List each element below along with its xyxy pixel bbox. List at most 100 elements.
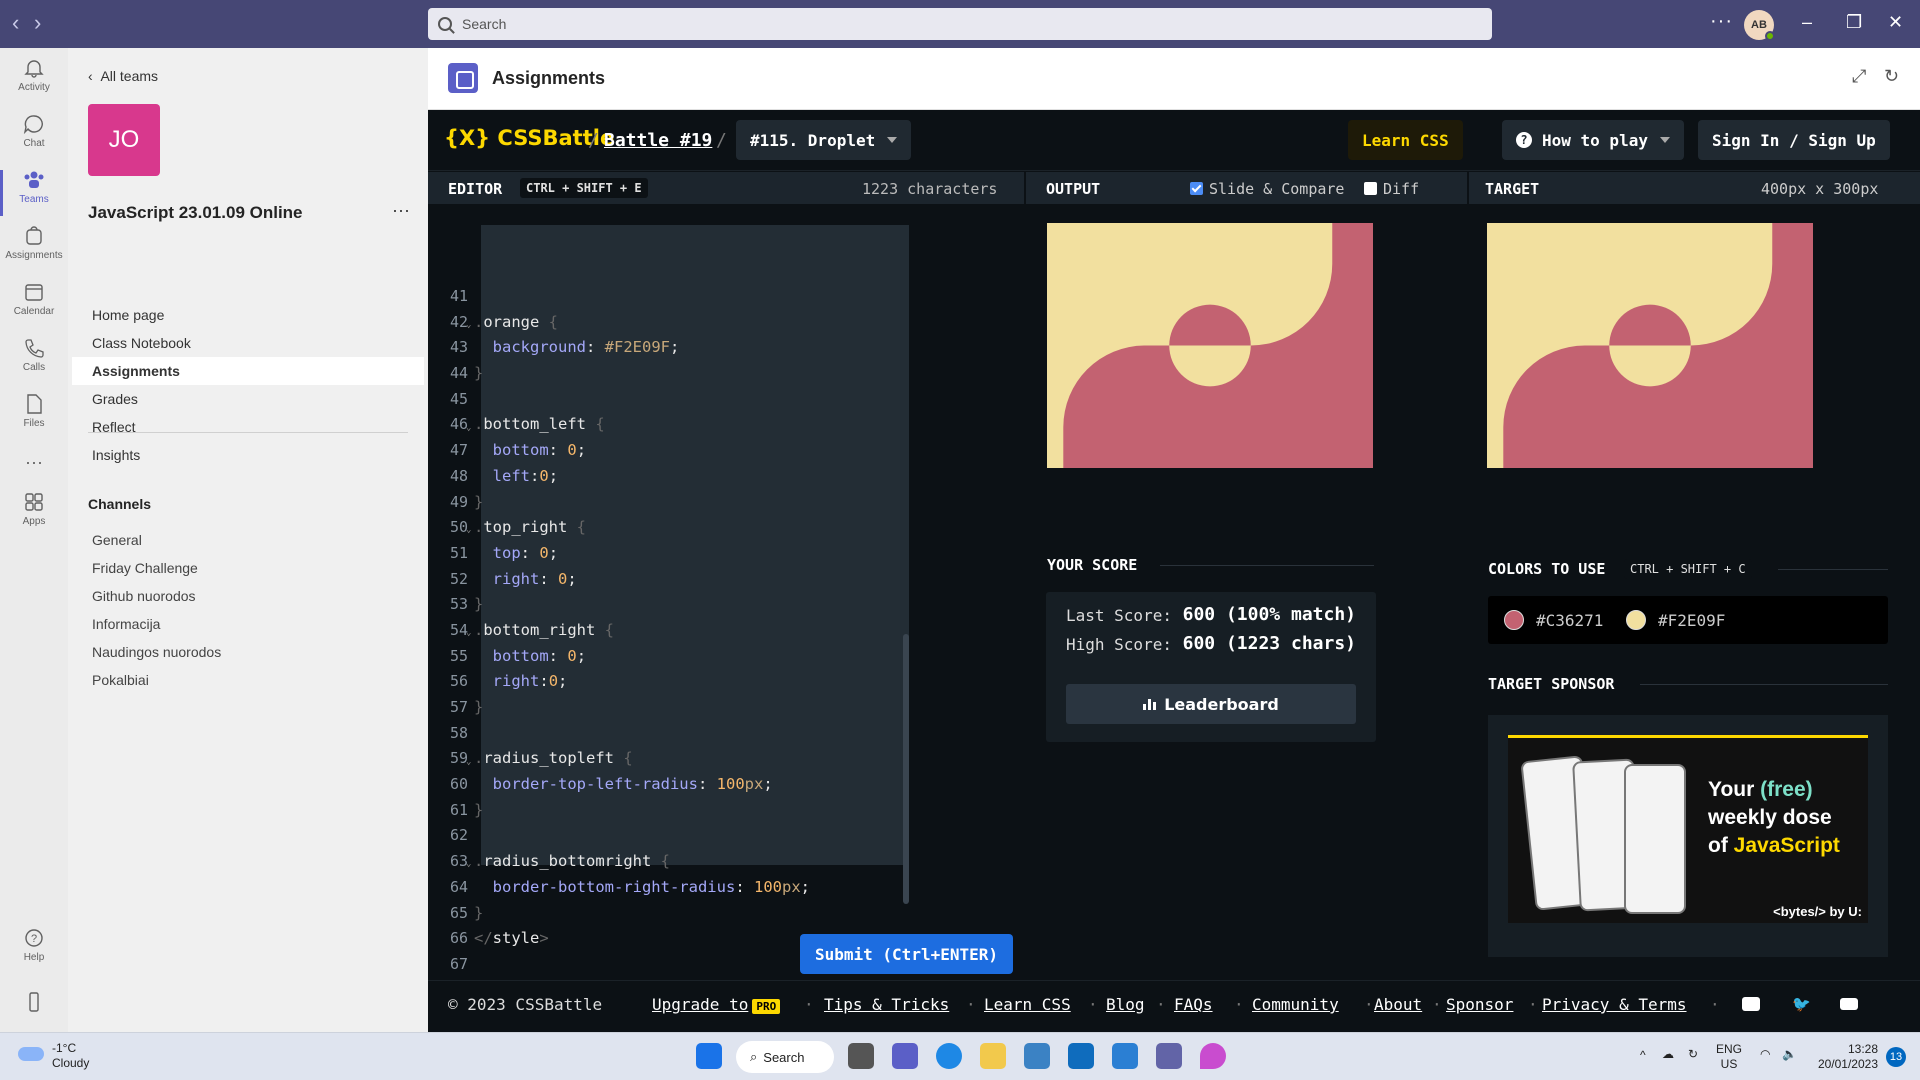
mail-app-icon[interactable] bbox=[1068, 1043, 1094, 1069]
rail-calendar[interactable]: Calendar bbox=[0, 282, 68, 317]
search-icon: ⌕ bbox=[750, 1049, 758, 1064]
footer-link-tips[interactable]: Tips & Tricks bbox=[824, 995, 949, 1014]
back-arrow-icon[interactable]: ‹ bbox=[12, 12, 19, 34]
file-explorer-icon[interactable] bbox=[980, 1043, 1006, 1069]
fold-chevron-icon[interactable]: ⌄ bbox=[466, 628, 471, 638]
battle-link[interactable]: Battle #19 bbox=[604, 130, 712, 151]
how-to-play-button[interactable]: ? How to play bbox=[1502, 120, 1684, 160]
editor-scrollbar[interactable] bbox=[903, 634, 909, 904]
onedrive-icon[interactable]: ☁ bbox=[1662, 1047, 1674, 1062]
fold-chevron-icon[interactable]: ⌄ bbox=[466, 525, 471, 535]
discord-icon[interactable] bbox=[1742, 997, 1760, 1011]
learn-css-button[interactable]: Learn CSS bbox=[1348, 120, 1463, 160]
channel-item[interactable]: General bbox=[92, 526, 221, 554]
output-render bbox=[1047, 223, 1373, 468]
edge-icon[interactable] bbox=[936, 1043, 962, 1069]
footer-link-community[interactable]: Community bbox=[1252, 995, 1339, 1014]
search-input[interactable]: Search bbox=[428, 8, 1492, 40]
diff-checkbox[interactable]: Diff bbox=[1364, 180, 1419, 198]
forward-arrow-icon[interactable]: › bbox=[34, 12, 41, 34]
wifi-icon[interactable]: ◠ bbox=[1760, 1047, 1770, 1062]
more-apps-icon[interactable]: ··· bbox=[0, 452, 68, 473]
language-indicator[interactable]: ENG US bbox=[1716, 1042, 1742, 1072]
color-swatch[interactable] bbox=[1504, 610, 1524, 630]
fold-chevron-icon[interactable]: ⌄ bbox=[466, 320, 471, 330]
footer-link-privacy[interactable]: Privacy & Terms bbox=[1542, 995, 1687, 1014]
rail-activity[interactable]: Activity bbox=[0, 58, 68, 93]
separator: · bbox=[1432, 995, 1442, 1014]
paint-icon[interactable] bbox=[1200, 1043, 1226, 1069]
color-hex[interactable]: #C36271 bbox=[1536, 611, 1603, 630]
volume-icon[interactable]: 🔈 bbox=[1782, 1047, 1797, 1062]
device-icon[interactable] bbox=[0, 992, 68, 1016]
all-teams-link[interactable]: ‹ All teams bbox=[88, 68, 158, 84]
output-canvas[interactable] bbox=[1047, 223, 1373, 468]
target-select[interactable]: #115. Droplet bbox=[736, 120, 912, 160]
store-icon[interactable] bbox=[1024, 1043, 1050, 1069]
team-panel: ‹ All teams JO JavaScript 23.01.09 Onlin… bbox=[68, 48, 428, 1032]
sync-icon[interactable]: ↻ bbox=[1688, 1047, 1698, 1062]
channel-item[interactable]: Naudingos nuorodos bbox=[92, 638, 221, 666]
channel-item[interactable]: Informacija bbox=[92, 610, 221, 638]
vscode-icon[interactable] bbox=[1112, 1043, 1138, 1069]
rail-assignments[interactable]: Assignments bbox=[0, 226, 68, 261]
footer-link-about[interactable]: About bbox=[1374, 995, 1422, 1014]
title-bar: ‹ › Search ··· AB – ❐ ✕ bbox=[0, 0, 1920, 48]
rail-chat[interactable]: Chat bbox=[0, 114, 68, 149]
more-options-icon[interactable]: ··· bbox=[1710, 10, 1733, 33]
avatar[interactable]: AB bbox=[1744, 10, 1775, 41]
footer-link-blog[interactable]: Blog bbox=[1106, 995, 1145, 1014]
team-nav-assignments[interactable]: Assignments bbox=[72, 357, 424, 385]
sign-in-button[interactable]: Sign In / Sign Up bbox=[1698, 120, 1890, 160]
footer-link-upgrade[interactable]: Upgrade to PRO bbox=[652, 995, 781, 1014]
rail-label: Files bbox=[23, 418, 45, 429]
twitter-icon[interactable]: 🐦 bbox=[1792, 995, 1811, 1013]
fold-chevron-icon[interactable]: ⌄ bbox=[466, 859, 471, 869]
rail-files[interactable]: Files bbox=[0, 394, 68, 429]
footer-link-faqs[interactable]: FAQs bbox=[1174, 995, 1213, 1014]
rail-apps[interactable]: Apps bbox=[0, 492, 68, 527]
slide-compare-checkbox[interactable]: Slide & Compare bbox=[1190, 180, 1344, 198]
mail-icon[interactable] bbox=[1840, 998, 1858, 1010]
sponsor-image[interactable]: Your (free) weekly dose of JavaScript <b… bbox=[1508, 735, 1868, 923]
team-more-icon[interactable]: ··· bbox=[392, 200, 410, 221]
apps-icon bbox=[25, 493, 43, 511]
taskbar-search[interactable]: ⌕ Search bbox=[736, 1041, 834, 1073]
code-editor[interactable]: 41 ⌄ 42 43 44 45 ⌄ 46 47 48 49 ⌄ 50 51 52 53 ⌄ 54 55 56 57 58… bbox=[428, 204, 913, 973]
windows-start-icon[interactable] bbox=[696, 1043, 722, 1069]
channel-item[interactable]: Friday Challenge bbox=[92, 554, 221, 582]
all-teams-label: All teams bbox=[100, 68, 159, 84]
notification-badge[interactable]: 13 bbox=[1886, 1047, 1906, 1067]
channel-item[interactable]: Pokalbiai bbox=[92, 666, 221, 694]
refresh-icon[interactable]: ↻ bbox=[1884, 66, 1899, 87]
footer-link-learn[interactable]: Learn CSS bbox=[984, 995, 1071, 1014]
close-icon[interactable]: ✕ bbox=[1888, 12, 1903, 33]
sponsor-card[interactable]: Your (free) weekly dose of JavaScript <b… bbox=[1488, 715, 1888, 957]
code-content[interactable]: .orange { background: #F2E09F;} .bottom_… bbox=[474, 284, 914, 978]
teams-app-icon[interactable] bbox=[1156, 1043, 1182, 1069]
fold-chevron-icon[interactable]: ⌄ bbox=[466, 757, 471, 767]
team-nav-home[interactable]: Home page bbox=[72, 301, 424, 329]
teams-chat-icon[interactable] bbox=[892, 1043, 918, 1069]
footer-link-sponsor[interactable]: Sponsor bbox=[1446, 995, 1513, 1014]
minimize-icon[interactable]: – bbox=[1802, 12, 1812, 33]
rail-teams[interactable]: Teams bbox=[0, 170, 68, 216]
submit-button[interactable]: Submit (Ctrl+ENTER) bbox=[800, 934, 1013, 974]
team-nav-grades[interactable]: Grades bbox=[72, 385, 424, 413]
line-number: 67 bbox=[449, 954, 468, 973]
rail-help[interactable]: ? Help bbox=[0, 928, 68, 963]
team-nav-insights[interactable]: Insights bbox=[72, 441, 424, 469]
team-nav-reflect[interactable]: Reflect bbox=[72, 413, 424, 441]
fold-chevron-icon[interactable]: ⌄ bbox=[466, 423, 471, 433]
expand-icon[interactable]: ⤢ bbox=[1852, 66, 1866, 87]
restore-icon[interactable]: ❐ bbox=[1846, 12, 1862, 33]
color-hex[interactable]: #F2E09F bbox=[1658, 611, 1725, 630]
team-nav-notebook[interactable]: Class Notebook bbox=[72, 329, 424, 357]
leaderboard-button[interactable]: Leaderboard bbox=[1066, 684, 1356, 724]
chevron-up-icon[interactable]: ^ bbox=[1640, 1048, 1646, 1063]
rail-calls[interactable]: Calls bbox=[0, 338, 68, 373]
channel-item[interactable]: Github nuorodos bbox=[92, 582, 221, 610]
clock[interactable]: 13:28 20/01/2023 bbox=[1808, 1042, 1878, 1072]
task-view-icon[interactable] bbox=[848, 1043, 874, 1069]
color-swatch[interactable] bbox=[1626, 610, 1646, 630]
